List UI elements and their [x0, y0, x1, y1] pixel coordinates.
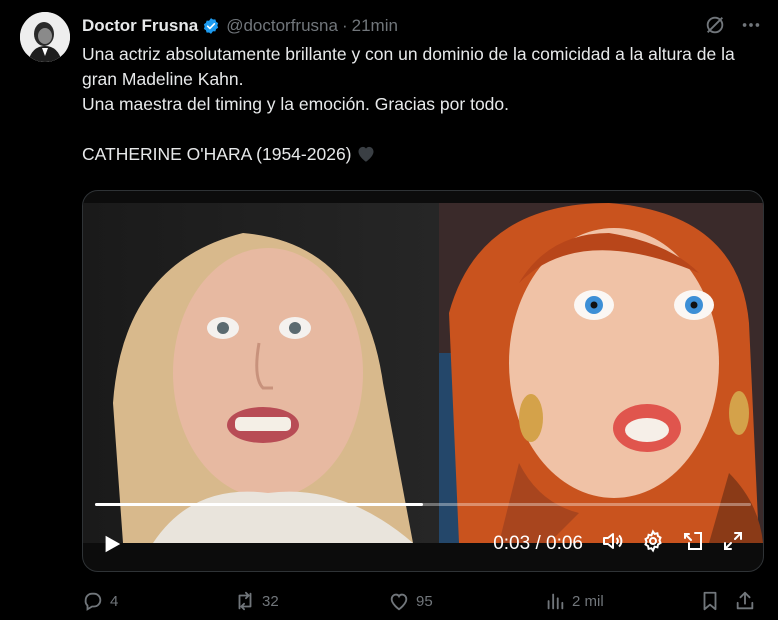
more-options-icon[interactable] — [740, 14, 762, 36]
author-handle[interactable]: @doctorfrusna — [226, 16, 338, 36]
video-controls: 0:03 / 0:06 — [83, 515, 763, 571]
share-button[interactable] — [734, 590, 756, 612]
bookmark-button[interactable] — [699, 590, 721, 612]
post-header: Doctor Frusna @doctorfrusna · 21min — [82, 14, 762, 38]
separator-dot: · — [341, 16, 348, 35]
header-actions — [704, 14, 762, 36]
bookmark-icon — [699, 590, 721, 612]
post-text: Una actriz absolutamente brillante y con… — [82, 42, 762, 170]
video-progress-bar[interactable] — [95, 503, 751, 506]
grok-icon[interactable] — [704, 14, 726, 36]
reply-button[interactable]: 4 — [82, 590, 118, 612]
repost-button[interactable]: 32 — [234, 590, 279, 612]
video-controls-right: 0:03 / 0:06 — [493, 529, 745, 558]
like-button[interactable]: 95 — [388, 590, 433, 612]
video-frame-right — [439, 203, 763, 543]
video-progress-fill — [95, 503, 423, 506]
fullscreen-icon[interactable] — [721, 529, 745, 558]
author-name[interactable]: Doctor Frusna — [82, 16, 198, 36]
post-time[interactable]: 21min — [352, 16, 398, 36]
reply-icon — [82, 590, 104, 612]
views-chart-icon — [544, 590, 566, 612]
like-heart-icon — [388, 590, 410, 612]
video-player[interactable]: 0:03 / 0:06 — [82, 190, 764, 572]
verified-badge-icon — [202, 17, 220, 35]
reply-count: 4 — [110, 592, 119, 610]
repost-icon — [234, 590, 256, 612]
post-line-3-text: CATHERINE O'HARA (1954-2026) — [82, 144, 352, 164]
author-avatar[interactable] — [20, 12, 70, 62]
post-line-2: Una maestra del timing y la emoción. Gra… — [82, 94, 509, 114]
video-frame-left — [83, 203, 439, 543]
black-heart-icon — [356, 144, 376, 170]
views-button[interactable]: 2 mil — [544, 590, 604, 612]
play-icon[interactable] — [101, 533, 123, 560]
volume-icon[interactable] — [601, 529, 625, 558]
post-line-3: CATHERINE O'HARA (1954-2026) — [82, 142, 762, 170]
settings-gear-icon[interactable] — [641, 529, 665, 558]
like-count: 95 — [416, 592, 433, 610]
post-actions: 4 32 95 2 mil — [82, 590, 762, 616]
video-timecode: 0:03 / 0:06 — [493, 532, 583, 554]
views-count: 2 mil — [572, 592, 604, 610]
post-line-1: Una actriz absolutamente brillante y con… — [82, 44, 735, 89]
picture-in-picture-icon[interactable] — [681, 529, 705, 558]
share-icon — [734, 590, 756, 612]
repost-count: 32 — [262, 592, 279, 610]
